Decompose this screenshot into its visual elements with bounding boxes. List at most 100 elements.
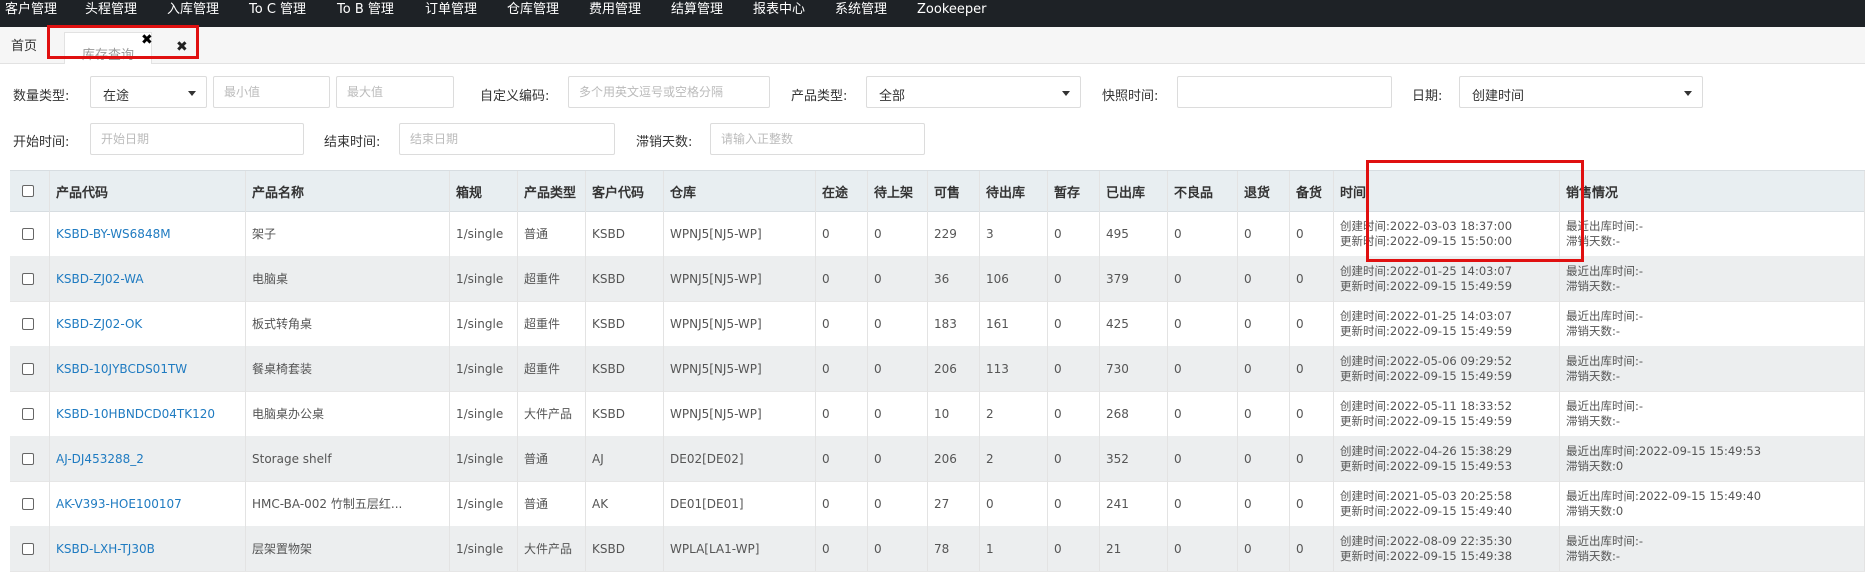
slow-days-input[interactable] <box>710 123 925 155</box>
custom-code-input[interactable] <box>568 76 770 108</box>
hold-cell: 0 <box>1048 211 1100 256</box>
row-checkbox[interactable] <box>22 317 34 330</box>
customer-cell: KSBD <box>586 256 664 301</box>
box-cell: 1/single <box>450 346 518 391</box>
column-header-name[interactable]: 产品名称 <box>246 171 450 211</box>
transit-cell: 0 <box>816 481 868 526</box>
max-value-input[interactable] <box>336 76 454 108</box>
product-code-link[interactable]: KSBD-BY-WS6848M <box>56 227 171 241</box>
select-all-checkbox[interactable] <box>22 185 34 197</box>
created-time-text: 创建时间:2021-05-03 20:25:58 <box>1340 488 1513 503</box>
product-code-cell: AK-V393-HOE100107 <box>50 481 246 526</box>
hold-cell: 0 <box>1048 526 1100 571</box>
column-header-hold[interactable]: 暂存 <box>1048 171 1100 211</box>
nav-inbound[interactable]: 入库管理 <box>167 0 219 27</box>
column-header-defective[interactable]: 不良品 <box>1168 171 1238 211</box>
returned-cell: 0 <box>1238 346 1290 391</box>
table-row: KSBD-ZJ02-WA 电脑桌 1/single 超重件 KSBD WPNJ5[NJ5-… <box>10 256 1865 302</box>
created-time-text: 创建时间:2022-08-09 22:35:30 <box>1340 533 1513 548</box>
nav-system[interactable]: 系统管理 <box>835 0 887 27</box>
column-header-code[interactable]: 产品代码 <box>50 171 246 211</box>
product-code-link[interactable]: KSBD-10HBNDCD04TK120 <box>56 407 215 421</box>
nav-fee[interactable]: 费用管理 <box>589 0 641 27</box>
start-date-input[interactable] <box>90 123 304 155</box>
nav-report[interactable]: 报表中心 <box>753 0 805 27</box>
column-header-shipped[interactable]: 已出库 <box>1100 171 1168 211</box>
created-time-text: 创建时间:2022-05-11 18:33:52 <box>1340 398 1513 413</box>
product-code-link[interactable]: KSBD-10JYBCDS01TW <box>56 362 187 376</box>
select-all-cell <box>10 171 50 211</box>
box-cell: 1/single <box>450 481 518 526</box>
column-header-time[interactable]: 时间 <box>1334 171 1560 211</box>
nav-customer[interactable]: 客户管理 <box>5 0 57 27</box>
customer-cell: AK <box>586 481 664 526</box>
column-header-transit[interactable]: 在途 <box>816 171 868 211</box>
sales-cell: 最近出库时间:2022-09-15 15:49:40 滞销天数:0 <box>1560 481 1865 526</box>
snapshot-time-input[interactable] <box>1177 76 1392 108</box>
row-checkbox[interactable] <box>22 452 34 465</box>
column-header-box[interactable]: 箱规 <box>450 171 518 211</box>
column-header-pending-out[interactable]: 待出库 <box>980 171 1048 211</box>
nav-first-leg[interactable]: 头程管理 <box>85 0 137 27</box>
updated-time-text: 更新时间:2022-09-15 15:49:40 <box>1340 503 1513 518</box>
product-code-link[interactable]: KSBD-ZJ02-OK <box>56 317 142 331</box>
slow-text: 滞销天数:0 <box>1566 503 1624 518</box>
nav-to-c[interactable]: To C 管理 <box>249 0 306 27</box>
column-header-backup[interactable]: 备货 <box>1290 171 1334 211</box>
nav-order[interactable]: 订单管理 <box>425 0 477 27</box>
shipped-cell: 425 <box>1100 301 1168 346</box>
qty-type-select[interactable]: 在途 <box>90 76 207 108</box>
shipped-cell: 379 <box>1100 256 1168 301</box>
close-icon[interactable]: ✖ <box>141 32 153 48</box>
product-code-link[interactable]: KSBD-ZJ02-WA <box>56 272 144 286</box>
nav-settlement[interactable]: 结算管理 <box>671 0 723 27</box>
slow-text: 滞销天数:- <box>1566 278 1621 293</box>
sales-cell: 最近出库时间:2022-09-15 15:49:53 滞销天数:0 <box>1560 436 1865 481</box>
returned-cell: 0 <box>1238 481 1290 526</box>
inventory-table: 产品代码 产品名称 箱规 产品类型 客户代码 仓库 在途 待上架 可售 待出库 暂存 已出库 不良品 退货… <box>10 170 1865 572</box>
date-type-select[interactable]: 创建时间 <box>1459 76 1703 108</box>
end-date-input[interactable] <box>399 123 615 155</box>
updated-time-text: 更新时间:2022-09-15 15:49:59 <box>1340 413 1513 428</box>
time-cell: 创建时间:2022-05-11 18:33:52 更新时间:2022-09-15 … <box>1334 391 1560 436</box>
column-header-pending-shelf[interactable]: 待上架 <box>868 171 928 211</box>
defective-cell: 0 <box>1168 256 1238 301</box>
row-checkbox[interactable] <box>22 407 34 420</box>
product-code-link[interactable]: AK-V393-HOE100107 <box>56 497 182 511</box>
product-type-label: 产品类型: <box>791 89 848 104</box>
backup-cell: 0 <box>1290 301 1334 346</box>
updated-time-text: 更新时间:2022-09-15 15:49:59 <box>1340 323 1513 338</box>
returned-cell: 0 <box>1238 526 1290 571</box>
row-checkbox[interactable] <box>22 362 34 375</box>
nav-to-b[interactable]: To B 管理 <box>337 0 394 27</box>
wh-cell: WPNJ5[NJ5-WP] <box>664 391 816 436</box>
min-value-input[interactable] <box>213 76 330 108</box>
column-header-wh[interactable]: 仓库 <box>664 171 816 211</box>
column-header-returned[interactable]: 退货 <box>1238 171 1290 211</box>
column-header-ptype[interactable]: 产品类型 <box>518 171 586 211</box>
column-header-customer[interactable]: 客户代码 <box>586 171 664 211</box>
wh-cell: WPNJ5[NJ5-WP] <box>664 256 816 301</box>
product-type-select[interactable]: 全部 <box>866 76 1081 108</box>
close-all-tabs-icon[interactable]: ✖ <box>176 39 188 55</box>
sales-cell: 最近出库时间:- 滞销天数:- <box>1560 391 1865 436</box>
nav-warehouse[interactable]: 仓库管理 <box>507 0 559 27</box>
updated-time-text: 更新时间:2022-09-15 15:49:59 <box>1340 368 1513 383</box>
backup-cell: 0 <box>1290 391 1334 436</box>
column-header-sellable[interactable]: 可售 <box>928 171 980 211</box>
tab-inventory-query[interactable]: 库存查询 ✖ <box>64 32 153 64</box>
defective-cell: 0 <box>1168 301 1238 346</box>
row-checkbox[interactable] <box>22 497 34 510</box>
sales-cell: 最近出库时间:- 滞销天数:- <box>1560 256 1865 301</box>
nav-zookeeper[interactable]: Zookeeper <box>917 0 986 27</box>
snapshot-time-label: 快照时间: <box>1102 89 1159 104</box>
row-checkbox[interactable] <box>22 227 34 240</box>
row-checkbox[interactable] <box>22 272 34 285</box>
product-code-link[interactable]: AJ-DJ453288_2 <box>56 452 144 466</box>
column-header-sales[interactable]: 销售情况 <box>1560 171 1865 211</box>
product-code-link[interactable]: KSBD-LXH-TJ30B <box>56 542 155 556</box>
product-code-cell: AJ-DJ453288_2 <box>50 436 246 481</box>
row-checkbox[interactable] <box>22 542 34 555</box>
tab-home[interactable]: 首页 <box>0 27 48 63</box>
ptype-cell: 超重件 <box>518 346 586 391</box>
